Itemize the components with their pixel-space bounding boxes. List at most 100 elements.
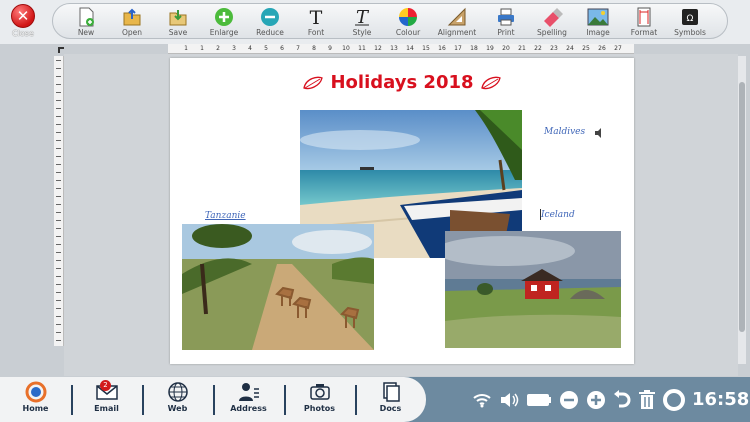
- ruler-tick: 4: [248, 45, 252, 52]
- ruler-mark: [56, 180, 61, 181]
- help-lifebuoy-icon[interactable]: [663, 388, 685, 411]
- taskbar: Home 2 Email Web Address Photos Docs 16:…: [0, 377, 750, 422]
- printer-icon: [498, 8, 514, 26]
- print-button[interactable]: Print: [483, 4, 529, 37]
- open-folder-icon: [123, 8, 141, 26]
- volume-down-icon[interactable]: [559, 390, 579, 410]
- ruler-tick: 23: [550, 45, 558, 52]
- document-title: Holidays 2018: [330, 72, 474, 93]
- battery-icon[interactable]: [526, 393, 552, 407]
- colour-button[interactable]: Colour: [385, 4, 431, 37]
- ruler-mark: [56, 60, 61, 61]
- document-title-line[interactable]: Holidays 2018: [170, 72, 634, 93]
- dock-docs[interactable]: Docs: [355, 377, 426, 422]
- format-button[interactable]: Format: [621, 4, 667, 37]
- ruler-tick: 5: [264, 45, 268, 52]
- ruler-tick: 7: [296, 45, 300, 52]
- font-T-icon: T: [310, 7, 323, 27]
- ruler-mark: [56, 172, 61, 173]
- ruler-mark: [56, 308, 61, 309]
- ruler-tick: 1: [184, 45, 188, 52]
- ruler-mark: [56, 92, 61, 93]
- iceland-house-photo[interactable]: [445, 231, 621, 348]
- ruler-tick: 2: [216, 45, 220, 52]
- ruler-tick: 14: [406, 45, 414, 52]
- color-wheel-icon: [399, 8, 417, 26]
- volume-icon[interactable]: [499, 391, 519, 409]
- ruler-tick: 10: [342, 45, 350, 52]
- ruler-mark: [56, 140, 61, 141]
- ruler-tick: 26: [598, 45, 606, 52]
- ruler-tick: 1: [200, 45, 204, 52]
- wifi-icon[interactable]: [472, 392, 492, 408]
- tanzania-safari-photo[interactable]: [182, 224, 374, 350]
- ruler-tick: 6: [280, 45, 284, 52]
- trash-icon[interactable]: [638, 389, 656, 410]
- camera-icon: [309, 384, 330, 400]
- font-button[interactable]: T Font: [293, 4, 339, 37]
- caption-maldives[interactable]: Maldives: [544, 127, 585, 137]
- symbols-icon: Ω: [682, 9, 698, 25]
- horizontal-ruler[interactable]: 1 1 2 3 4 5 6 7 8 9 10 11 12 13 14 15 16 17 18 19 20 21 22 23 24…: [168, 44, 634, 54]
- address-book-icon: [238, 383, 259, 401]
- ruler-mark: [56, 124, 61, 125]
- italic-T-icon: T: [355, 7, 370, 27]
- ruler-tick: 20: [502, 45, 510, 52]
- spelling-button[interactable]: Spelling: [529, 4, 575, 37]
- save-button[interactable]: Save: [155, 4, 201, 37]
- ruler-mark: [56, 252, 61, 253]
- ruler-mark: [56, 228, 61, 229]
- ruler-mark: [56, 236, 61, 237]
- style-button[interactable]: T Style: [339, 4, 385, 37]
- ruler-tick: 15: [422, 45, 430, 52]
- ruler-tick: 24: [566, 45, 574, 52]
- ruler-mark: [56, 188, 61, 189]
- volume-up-icon[interactable]: [586, 390, 606, 410]
- ruler-mark: [56, 156, 61, 157]
- ruler-mark: [56, 220, 61, 221]
- clock: 16:58: [692, 389, 750, 410]
- ruler-mark: [56, 300, 61, 301]
- editor-toolbar: New Open Save Enlarge Reduce T Font T St…: [52, 3, 728, 39]
- caption-tanzania[interactable]: Tanzanie: [205, 211, 246, 221]
- ruler-mark: [56, 340, 61, 341]
- ruler-tick: 27: [614, 45, 622, 52]
- ruler-mark: [56, 292, 61, 293]
- dock-email[interactable]: 2 Email: [71, 377, 142, 422]
- system-tray: 16:58: [472, 377, 750, 422]
- ruler-mark: [56, 132, 61, 133]
- symbols-button[interactable]: Ω Symbols: [667, 4, 713, 37]
- dock-address[interactable]: Address: [213, 377, 284, 422]
- ruler-mark: [56, 244, 61, 245]
- scrollbar-thumb[interactable]: [739, 82, 745, 332]
- enlarge-button[interactable]: Enlarge: [201, 4, 247, 37]
- ruler-mark: [56, 212, 61, 213]
- ruler-mark: [56, 100, 61, 101]
- image-icon: [587, 8, 609, 26]
- ruler-tick: 21: [518, 45, 526, 52]
- open-button[interactable]: Open: [109, 4, 155, 37]
- home-swirl-icon: [25, 381, 46, 403]
- caption-iceland[interactable]: Iceland: [541, 210, 575, 220]
- ruler-mark: [56, 108, 61, 109]
- document-page[interactable]: Holidays 2018 Maldives Tanzanie Iceland: [170, 58, 634, 364]
- dock-home[interactable]: Home: [0, 377, 71, 422]
- ruler-mark: [56, 260, 61, 261]
- dock-web[interactable]: Web: [142, 377, 213, 422]
- ruler-tick: 9: [328, 45, 332, 52]
- ruler-mark: [56, 204, 61, 205]
- speaker-icon[interactable]: [595, 128, 603, 138]
- vertical-ruler[interactable]: [54, 56, 64, 346]
- close-button[interactable]: ✕ Close: [6, 4, 40, 42]
- dock-photos[interactable]: Photos: [284, 377, 355, 422]
- ruler-mark: [56, 268, 61, 269]
- new-button[interactable]: New: [63, 4, 109, 37]
- alignment-button[interactable]: Alignment: [431, 4, 483, 37]
- svg-text:T: T: [310, 7, 323, 27]
- reduce-button[interactable]: Reduce: [247, 4, 293, 37]
- image-button[interactable]: Image: [575, 4, 621, 37]
- leaf-icon: [303, 76, 323, 90]
- vertical-scrollbar[interactable]: [738, 56, 746, 364]
- ruler-mark: [56, 148, 61, 149]
- undo-icon[interactable]: [613, 389, 631, 410]
